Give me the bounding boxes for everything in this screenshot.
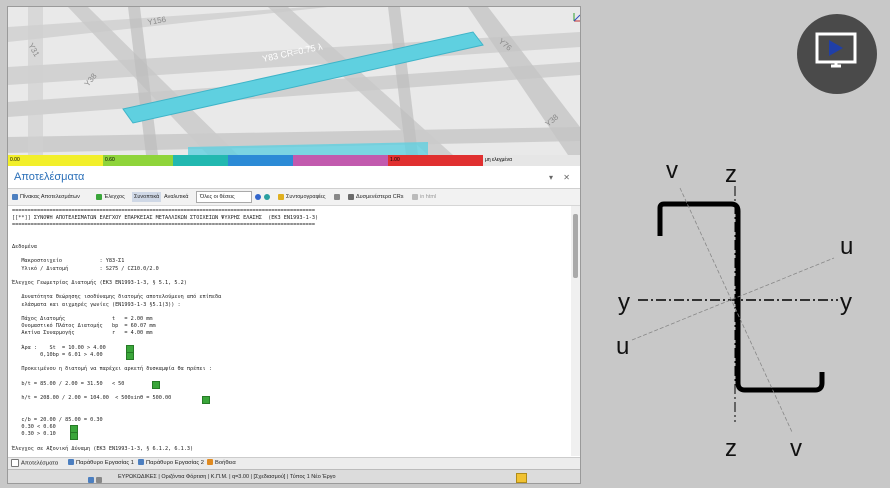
scrollbar-thumb[interactable] [573, 214, 578, 278]
legend-segment [173, 155, 228, 166]
results-table-button[interactable]: Πίνακας Αποτελεσμάτων [12, 192, 80, 202]
z-axis-label-bottom: z [725, 435, 737, 462]
report-line: h/t = 208.00 / 2.00 = 104.00 < 500sinθ =… [12, 395, 172, 402]
report-line [12, 237, 571, 244]
color-scale-legend: 0.00 0.60 1.00 μη ελεγμένα [8, 155, 580, 166]
check-ok-icon [126, 352, 134, 360]
check-ok-icon [152, 381, 160, 389]
search-icon [348, 193, 354, 200]
application-window: Y156 Y31 Y38 Y76 Y38 Y83 CR=0.75 λ 0.00 … [7, 6, 581, 484]
panel-controls[interactable]: ▾ ✕ [549, 173, 574, 182]
report-line: Άρα : St = 10.00 > 4.00 [12, 344, 106, 351]
report-line [12, 230, 571, 237]
check-ok-icon [202, 396, 210, 404]
recalculate-crs-button[interactable]: Δυσμενέστερα CRs [348, 192, 403, 202]
bottom-tabs: Αποτελέσματα Παράθυρο Εργασίας 1 Παράθυρ… [8, 457, 580, 469]
bulb-icon [278, 193, 284, 200]
report-line: [[**]] ΣΥΝΟΨΗ ΑΠΟΤΕΛΕΣΜΑΤΩΝ ΕΛΕΓΧΟΥ ΕΠΑΡ… [12, 215, 319, 222]
tab-workspace-1[interactable]: Παράθυρο Εργασίας 1 [68, 459, 134, 468]
legend-segment: 0.60 [103, 155, 173, 166]
warning-icon[interactable] [516, 473, 527, 483]
legend-segment [293, 155, 388, 166]
report-line: Υλικό / Διατομή : S275 / CZ10.0/2.0 [12, 265, 159, 272]
report-line: Ακτίνα Συναρμογής r = 4.00 mm [12, 330, 153, 337]
tab-results[interactable]: Αποτελέσματα [11, 459, 58, 468]
status-icons[interactable] [88, 473, 104, 483]
report-line: Μακροστοιχείο : Y83-Σ1 [12, 258, 125, 265]
3d-model-viewport[interactable]: Y156 Y31 Y38 Y76 Y38 Y83 CR=0.75 λ [8, 7, 580, 155]
play-video-icon [815, 32, 857, 68]
table-icon [12, 193, 18, 200]
report-line: 0.30 < 0.60 [12, 424, 56, 431]
report-line [12, 439, 571, 446]
report-line: Δεδομένα [12, 244, 37, 251]
report-line: b/t = 85.00 / 2.00 = 31.50 < 50 [12, 380, 125, 387]
report-line [12, 338, 571, 345]
report-line: Έλεγχος σε Αξονική Δύναμη (ΕΚ3 EN1993-1-… [12, 445, 194, 452]
status-text: ΕΥΡΩΚΩΔΙΚΕΣ | Οριζόντια Φόρτιση | Κ.Π.Μ.… [118, 474, 336, 480]
y-axis-label-left: y [618, 289, 630, 316]
u-axis-label-right: u [840, 233, 853, 260]
report-line [12, 273, 571, 280]
report-line [12, 388, 571, 395]
report-line: Προκειμένου η διατομή να παρέχει αρκετή … [12, 366, 212, 373]
report-line [12, 402, 571, 409]
report-line: 0,10bp = 6.01 > 4.00 [12, 352, 103, 359]
report-line: ========================================… [12, 222, 315, 229]
z-section-diagram: z z v v u u y y [616, 157, 853, 462]
report-line: ελάσματα και αιχμηρές γωνίες (EN1993-1-3… [12, 301, 181, 308]
report-text-area[interactable]: ========================================… [8, 206, 571, 456]
globe-icon[interactable] [264, 192, 272, 202]
html-button[interactable]: in html [412, 192, 436, 202]
sort-icon[interactable] [334, 192, 342, 202]
v-axis-label-bottom: v [790, 435, 802, 462]
structural-model-drawing: Y156 Y31 Y38 Y76 Y38 Y83 CR=0.75 λ [8, 7, 580, 155]
results-toolbar: Πίνακας Αποτελεσμάτων Έλεγχος Συνοπτικά … [8, 189, 580, 206]
v-axis-label-top: v [666, 157, 678, 184]
report-line [12, 374, 571, 381]
checks-button[interactable]: Έλεγχος [96, 192, 125, 202]
suggestions-button[interactable]: Συντομογραφίες [278, 192, 326, 202]
legend-segment: 0.00 [8, 155, 103, 166]
report-line: 0.30 > 0.10 [12, 431, 56, 438]
report-line: Έλεγχος Γεωμετρίας Διατομής (ΕΚ3 EN1993-… [12, 280, 187, 287]
summary-toggle[interactable]: Συνοπτικά [132, 192, 162, 202]
report-text: ========================================… [8, 206, 571, 453]
results-panel-header: Αποτελέσματα ▾ ✕ [8, 168, 580, 189]
z-axis-label-top: z [725, 161, 737, 188]
report-line: ========================================… [12, 208, 315, 214]
report-line [12, 309, 571, 316]
panel-title: Αποτελέσματα [14, 171, 85, 183]
play-video-button[interactable] [797, 14, 877, 94]
positions-select[interactable]: Όλες οι θέσεις [196, 191, 252, 203]
u-axis-label-left: u [616, 333, 629, 360]
legend-segment [228, 155, 293, 166]
y-axis-label-right: y [840, 289, 852, 316]
report-line: Δυνατότητα Θεώρησης ισοδύναμης διατομής … [12, 294, 222, 301]
vertical-scrollbar[interactable] [571, 206, 580, 456]
legend-segment: μη ελεγμένα [483, 155, 580, 166]
color-icon[interactable] [255, 192, 263, 202]
report-line: c/b = 20.00 / 85.00 = 0.30 [12, 416, 103, 423]
tab-workspace-2[interactable]: Παράθυρο Εργασίας 2 [138, 459, 204, 468]
detailed-toggle[interactable]: Αναλυτικά [164, 192, 188, 202]
html-icon [412, 193, 418, 200]
legend-segment: 1.00 [388, 155, 483, 166]
check-ok-icon [70, 432, 78, 440]
play-icon [96, 193, 102, 200]
status-bar: ΕΥΡΩΚΩΔΙΚΕΣ | Οριζόντια Φόρτιση | Κ.Π.Μ.… [8, 469, 580, 483]
report-line [12, 410, 571, 417]
tab-help[interactable]: Βοήθεια [207, 459, 236, 468]
